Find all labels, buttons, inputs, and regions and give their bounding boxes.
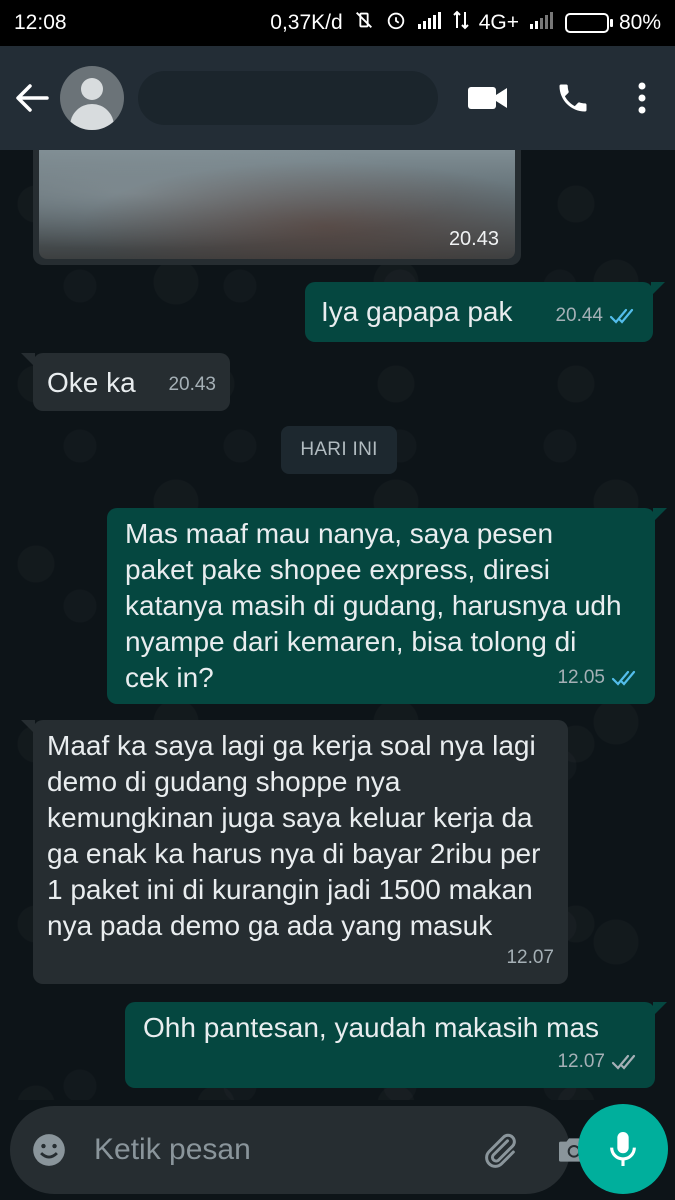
message-meta: 20.43 xyxy=(168,367,216,403)
delivered-receipt-icon xyxy=(611,1054,636,1070)
outgoing-message[interactable]: Ohh pantesan, yaudah makasih mas 12.07 xyxy=(125,1002,667,1088)
message-time: 20.43 xyxy=(448,228,499,250)
video-call-icon[interactable] xyxy=(467,84,509,112)
chat-header xyxy=(0,46,675,150)
message-time: 12.07 xyxy=(506,947,554,968)
status-bar: 12:08 0,37K/d 4G+ 80% xyxy=(0,0,675,46)
date-divider: HARI INI xyxy=(281,426,397,474)
network-type: 4G+ xyxy=(478,11,519,34)
alarm-icon xyxy=(385,9,407,37)
status-time: 12:08 xyxy=(14,11,67,34)
arrow-back-icon[interactable] xyxy=(10,76,54,120)
incoming-message[interactable]: Oke ka 20.43 xyxy=(21,353,230,411)
outgoing-message[interactable]: Iya gapapa pak 20.44 xyxy=(305,282,665,342)
message-text: Ohh pantesan, yaudah makasih mas xyxy=(143,1012,600,1043)
message-meta: 12.05 xyxy=(557,660,641,696)
message-time: 12.05 xyxy=(557,667,605,688)
message-text: Maaf ka saya lagi ga kerja soal nya lagi… xyxy=(47,730,541,941)
message-meta: 12.07 xyxy=(557,1044,641,1080)
read-receipt-icon xyxy=(611,670,636,686)
read-receipt-icon xyxy=(609,308,634,324)
mic-icon xyxy=(610,1132,636,1166)
avatar[interactable] xyxy=(60,66,124,130)
vibrate-off-icon xyxy=(353,9,375,37)
message-input[interactable] xyxy=(94,1133,480,1167)
message-text: Iya gapapa pak xyxy=(321,296,513,327)
image-thumbnail[interactable] xyxy=(39,150,515,259)
message-time: 20.43 xyxy=(168,374,216,395)
battery-icon xyxy=(564,13,613,33)
message-time: 12.07 xyxy=(557,1051,605,1072)
status-indicators: 0,37K/d 4G+ 80% xyxy=(270,9,661,37)
contact-name[interactable] xyxy=(138,71,438,125)
incoming-message[interactable]: Maaf ka saya lagi ga kerja soal nya lagi… xyxy=(21,720,568,984)
message-input-container xyxy=(10,1106,589,1194)
message-time: 20.44 xyxy=(555,305,603,326)
message-list[interactable]: 20.43 Iya gapapa pak 20.44 Oke ka 20.43 … xyxy=(0,150,675,1100)
paperclip-icon[interactable] xyxy=(480,1128,520,1172)
phone-icon[interactable] xyxy=(555,80,591,116)
image-message[interactable]: 20.43 xyxy=(33,150,521,265)
outgoing-message[interactable]: Mas maaf mau nanya, saya pesen paket pak… xyxy=(107,508,667,704)
emoji-icon[interactable] xyxy=(30,1130,68,1170)
data-transfer-icon xyxy=(452,10,469,36)
message-meta: 12.07 xyxy=(506,940,554,976)
signal-weak-icon xyxy=(529,10,555,36)
signal-icon xyxy=(417,10,443,36)
network-speed: 0,37K/d xyxy=(270,11,343,34)
battery-percent: 80% xyxy=(618,11,661,34)
mic-button[interactable] xyxy=(578,1104,668,1194)
header-actions xyxy=(467,80,665,116)
composer xyxy=(0,1100,675,1200)
message-meta: 20.44 xyxy=(555,298,639,334)
more-vert-icon[interactable] xyxy=(637,81,647,115)
